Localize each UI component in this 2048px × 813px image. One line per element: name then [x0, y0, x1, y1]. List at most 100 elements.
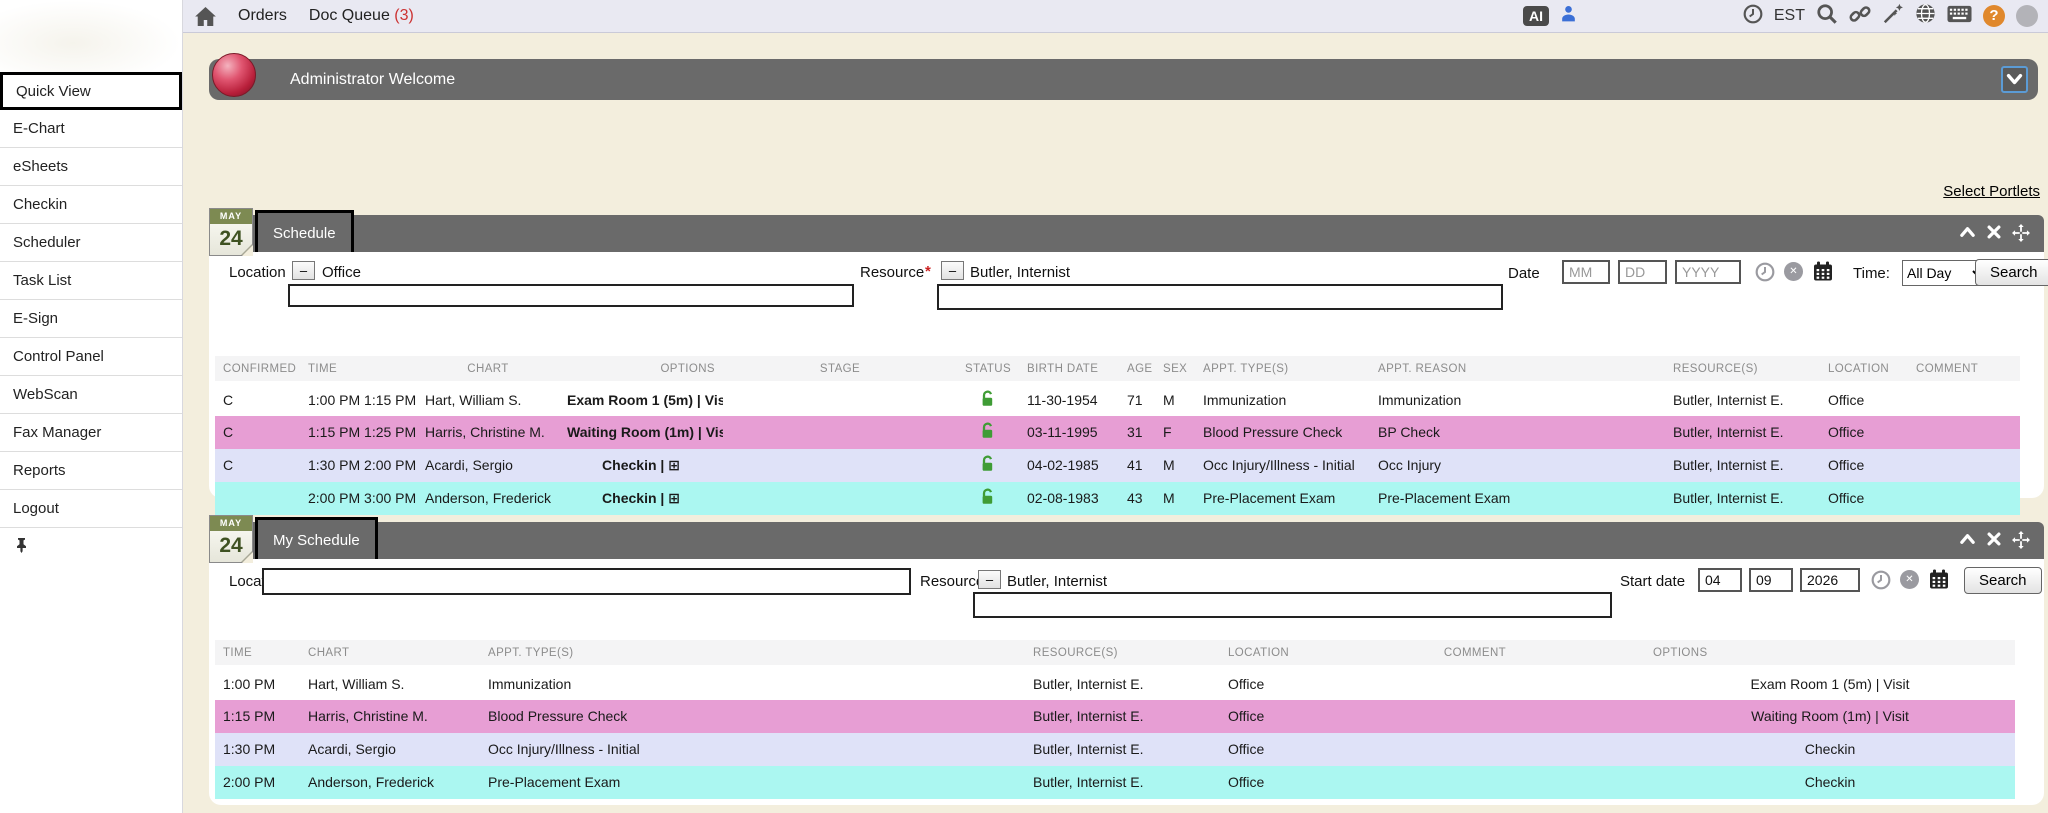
options-cell[interactable]: Checkin | ⊞: [559, 482, 723, 515]
clock-icon[interactable]: [1871, 570, 1891, 590]
resource-selected-value: Butler, Internist: [970, 264, 1070, 281]
appt-types-cell: Immunization: [480, 667, 1025, 700]
nav-orders[interactable]: Orders: [238, 7, 287, 25]
sidebar-item[interactable]: Scheduler: [0, 224, 182, 262]
options-cell[interactable]: Checkin | ⊞: [559, 449, 723, 482]
move-icon[interactable]: [2012, 531, 2030, 549]
location-search-input[interactable]: [262, 568, 911, 595]
chart-cell[interactable]: Hart, William S.: [300, 667, 480, 700]
chart-cell[interactable]: Anderson, Frederick: [300, 766, 480, 799]
chart-cell[interactable]: Hart, William S.: [417, 383, 559, 416]
wand-icon[interactable]: [1882, 3, 1904, 30]
sidebar-item[interactable]: Control Panel: [0, 338, 182, 376]
resource-remove-button[interactable]: –: [941, 261, 964, 280]
time-select[interactable]: All Day: [1902, 260, 1986, 286]
presence-icon[interactable]: [2016, 5, 2038, 27]
location-search-input[interactable]: [288, 284, 854, 307]
keyboard-icon[interactable]: [1947, 5, 1972, 28]
calendar-icon[interactable]: [1929, 569, 1949, 590]
sidebar-item[interactable]: WebScan: [0, 376, 182, 414]
column-header: APPT. TYPE(S): [480, 640, 1025, 667]
sidebar-item[interactable]: E-Sign: [0, 300, 182, 338]
location-remove-button[interactable]: –: [292, 261, 315, 280]
time-cell: 2:00 PM 3:00 PM: [300, 482, 417, 515]
resource-remove-button[interactable]: –: [978, 570, 1001, 589]
chart-cell[interactable]: Acardi, Sergio: [300, 733, 480, 766]
sidebar-item-label: eSheets: [13, 158, 68, 175]
appointment-row[interactable]: 1:15 PM Harris, Christine M. Blood Press…: [215, 700, 2015, 733]
pushpin-icon[interactable]: [15, 537, 28, 558]
sidebar-item[interactable]: Logout: [0, 490, 182, 528]
resource-label: Resource: [920, 573, 984, 590]
appointment-row[interactable]: 2:00 PM Anderson, Frederick Pre-Placemen…: [215, 766, 2015, 799]
start-date-year-input[interactable]: [1800, 568, 1860, 592]
appointment-row[interactable]: C 1:00 PM 1:15 PM Hart, William S. Exam …: [215, 383, 2020, 416]
collapse-icon[interactable]: [1959, 224, 1976, 242]
clock-icon[interactable]: [1755, 262, 1775, 282]
search-button[interactable]: Search: [1975, 259, 2048, 286]
schedule-portlet-title[interactable]: Schedule: [255, 210, 354, 257]
sidebar-item[interactable]: E-Chart: [0, 110, 182, 148]
close-icon[interactable]: [1986, 224, 2002, 242]
time-cell: 1:00 PM 1:15 PM: [300, 383, 417, 416]
globe-icon[interactable]: [1915, 3, 1936, 29]
clock-icon[interactable]: [1743, 4, 1763, 29]
resource-search-input[interactable]: [973, 592, 1612, 618]
select-portlets-link[interactable]: Select Portlets: [1943, 183, 2040, 200]
chart-cell[interactable]: Anderson, Frederick: [417, 482, 559, 515]
unlock-icon[interactable]: [980, 492, 996, 508]
options-cell[interactable]: Waiting Room (1m) | Visit: [559, 416, 723, 449]
unlock-icon[interactable]: [980, 426, 996, 442]
link-icon[interactable]: [1849, 3, 1871, 30]
date-day-input[interactable]: [1618, 260, 1667, 284]
welcome-collapse-button[interactable]: [2001, 66, 2028, 93]
sidebar-item-label: WebScan: [13, 386, 78, 403]
move-icon[interactable]: [2012, 224, 2030, 242]
clear-icon[interactable]: [1900, 570, 1919, 589]
calendar-badge-icon: MAY 24: [209, 515, 253, 563]
search-icon[interactable]: [1816, 3, 1838, 30]
appointment-row[interactable]: 1:00 PM Hart, William S. Immunization Bu…: [215, 667, 2015, 700]
sidebar-item[interactable]: Task List: [0, 262, 182, 300]
home-icon[interactable]: [195, 7, 216, 26]
close-icon[interactable]: [1986, 531, 2002, 549]
sidebar-item[interactable]: Reports: [0, 452, 182, 490]
help-icon[interactable]: ?: [1983, 5, 2005, 27]
options-cell[interactable]: Checkin: [1645, 766, 2015, 799]
chart-cell[interactable]: Acardi, Sergio: [417, 449, 559, 482]
appointment-row[interactable]: 2:00 PM 3:00 PM Anderson, Frederick Chec…: [215, 482, 2020, 515]
options-cell[interactable]: Waiting Room (1m) | Visit: [1645, 700, 2015, 733]
options-cell[interactable]: Exam Room 1 (5m) | Visit: [1645, 667, 2015, 700]
nav-doc-queue[interactable]: Doc Queue (3): [309, 7, 414, 25]
column-header: AGE: [1119, 356, 1155, 383]
sidebar-item[interactable]: Fax Manager: [0, 414, 182, 452]
options-cell[interactable]: Checkin: [1645, 733, 2015, 766]
collapse-icon[interactable]: [1959, 531, 1976, 549]
sidebar-menu: Quick View E-Chart eSheets Checkin Sched…: [0, 72, 182, 528]
clear-icon[interactable]: [1784, 262, 1803, 281]
appointment-row[interactable]: C 1:15 PM 1:25 PM Harris, Christine M. W…: [215, 416, 2020, 449]
my-schedule-portlet-title[interactable]: My Schedule: [255, 517, 378, 564]
start-date-day-input[interactable]: [1749, 568, 1793, 592]
sidebar-item[interactable]: Quick View: [0, 72, 182, 110]
ai-badge[interactable]: AI: [1523, 6, 1549, 26]
sidebar-item[interactable]: Checkin: [0, 186, 182, 224]
user-icon[interactable]: [1559, 4, 1578, 28]
calendar-icon[interactable]: [1813, 261, 1833, 282]
options-cell[interactable]: Exam Room 1 (5m) | Visit: [559, 383, 723, 416]
sidebar-item[interactable]: eSheets: [0, 148, 182, 186]
location-selected-value: Office: [322, 264, 361, 281]
date-year-input[interactable]: [1675, 260, 1741, 284]
unlock-icon[interactable]: [980, 394, 996, 410]
sidebar-item-label: Control Panel: [13, 348, 104, 365]
start-date-month-input[interactable]: [1698, 568, 1742, 592]
date-month-input[interactable]: [1562, 260, 1610, 284]
unlock-icon[interactable]: [980, 459, 996, 475]
chart-cell[interactable]: Harris, Christine M.: [417, 416, 559, 449]
appointment-row[interactable]: C 1:30 PM 2:00 PM Acardi, Sergio Checkin…: [215, 449, 2020, 482]
chart-cell[interactable]: Harris, Christine M.: [300, 700, 480, 733]
search-button[interactable]: Search: [1964, 567, 2042, 594]
resource-search-input[interactable]: [937, 284, 1503, 310]
appointment-row[interactable]: 1:30 PM Acardi, Sergio Occ Injury/Illnes…: [215, 733, 2015, 766]
stage-cell: [723, 449, 957, 482]
